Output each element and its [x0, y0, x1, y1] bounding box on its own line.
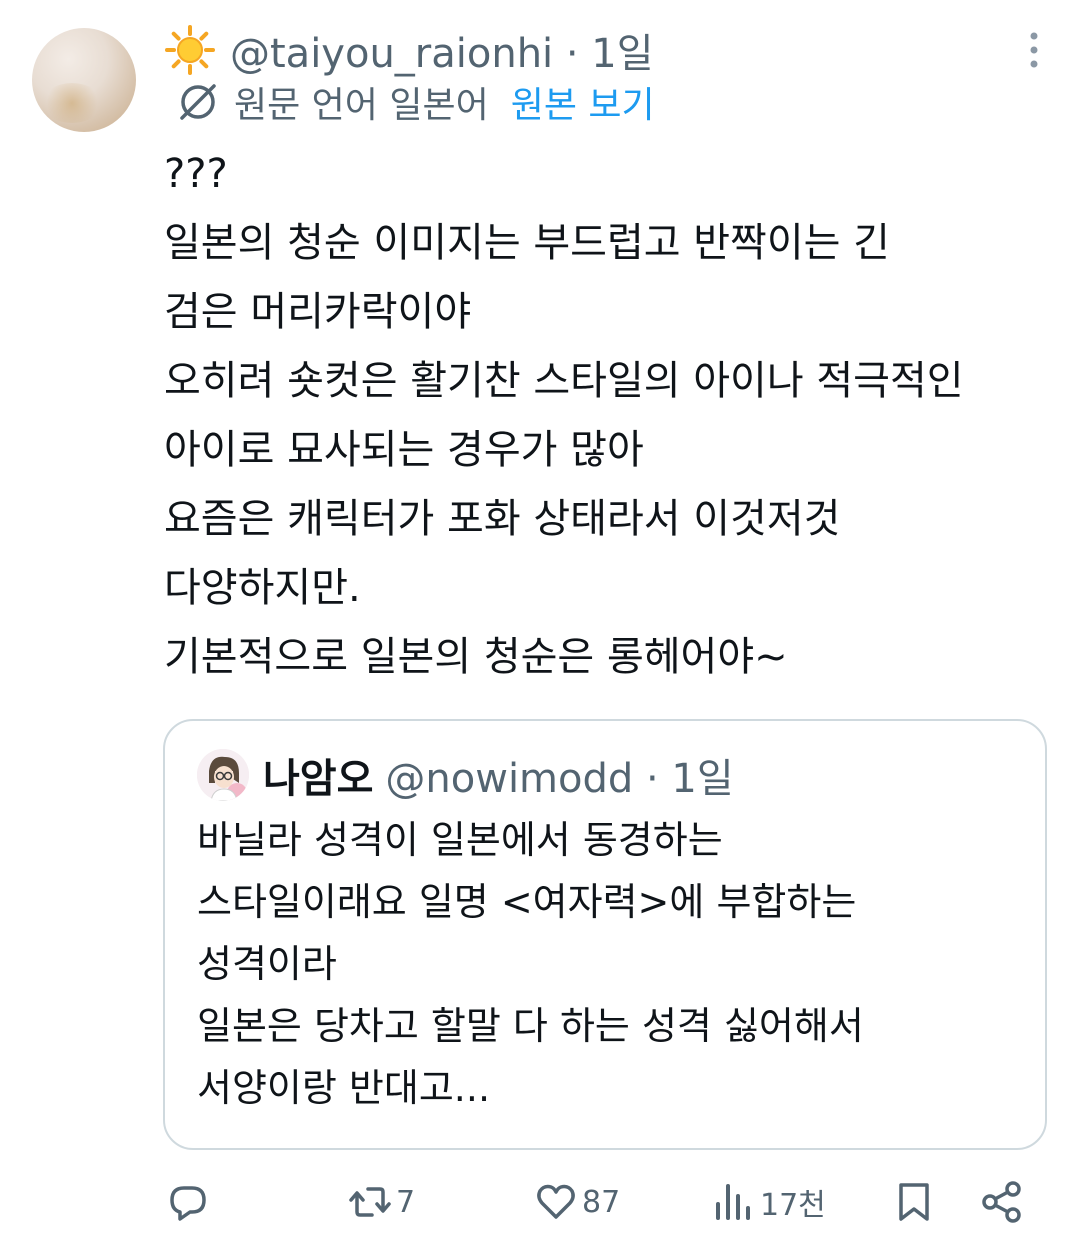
tweet-action-bar: 7 87 17천: [0, 1170, 1080, 1234]
translate-icon: [180, 84, 216, 120]
quoted-text-line: 성격이라: [197, 942, 337, 986]
retweet-icon: [349, 1187, 391, 1217]
bookmark-icon: [899, 1183, 929, 1221]
author-handle-and-time[interactable]: @taiyou_raionhi · 1일: [230, 21, 654, 79]
tweet-text-line: 다양하지만.: [164, 565, 361, 611]
views-button[interactable]: 17천: [712, 1178, 826, 1226]
quoted-text-line: 서양이랑 반대고...: [197, 1066, 491, 1110]
share-button[interactable]: [980, 1178, 1024, 1226]
quoted-author-handle-and-time[interactable]: @nowimodd · 1일: [385, 746, 733, 804]
quoted-author-avatar[interactable]: [197, 749, 249, 801]
views-count: 17천: [760, 1188, 826, 1223]
tweet-text-line: 오히려 숏컷은 활기찬 스타일의 아이나 적극적인: [164, 358, 964, 404]
quoted-tweet-text: 바닐라 성격이 일본에서 동경하는 스타일이래요 일명 <여자력>에 부합하는 …: [197, 809, 1017, 1119]
tweet-text-line: 아이로 묘사되는 경우가 많아: [164, 427, 644, 473]
avatar-texture: [42, 83, 102, 123]
view-original-link[interactable]: 원본 보기: [511, 76, 655, 128]
tweet-text-line: ???: [164, 151, 228, 197]
heart-icon: [537, 1184, 575, 1219]
quoted-tweet-card[interactable]: 나암오 @nowimodd · 1일 바닐라 성격이 일본에서 동경하는 스타일…: [163, 719, 1047, 1150]
quoted-text-line: 스타일이래요 일명 <여자력>에 부합하는: [197, 880, 857, 924]
sun-icon: [165, 25, 215, 75]
quoted-tweet-header: 나암오 @nowimodd · 1일: [197, 747, 734, 803]
tweet-text-line: 검은 머리카락이야: [164, 289, 472, 335]
bookmark-button[interactable]: [892, 1178, 936, 1226]
translation-row: 원문 언어 일본어 원본 보기: [176, 78, 655, 126]
more-vertical-icon[interactable]: [1028, 32, 1040, 68]
tweet-text-line: 요즘은 캐릭터가 포화 상태라서 이것저것: [164, 496, 841, 542]
tweet-header: @taiyou_raionhi · 1일: [164, 22, 654, 78]
reply-icon: [170, 1186, 206, 1221]
like-count: 87: [582, 1184, 621, 1220]
tweet-text-line: 일본의 청순 이미지는 부드럽고 반짝이는 긴: [164, 220, 890, 266]
author-avatar[interactable]: [32, 28, 136, 132]
quoted-text-line: 바닐라 성격이 일본에서 동경하는: [197, 818, 723, 862]
quoted-author-name[interactable]: 나암오: [263, 746, 373, 804]
reply-button[interactable]: [166, 1178, 210, 1226]
retweet-count: 7: [396, 1184, 416, 1220]
share-icon: [982, 1181, 1021, 1223]
like-button[interactable]: 87: [534, 1178, 620, 1226]
views-icon: [716, 1184, 750, 1220]
translation-label: 원문 언어 일본어: [234, 85, 489, 126]
tweet-text: ??? 일본의 청순 이미지는 부드럽고 반짝이는 긴 검은 머리카락이야 오히…: [164, 140, 1064, 692]
retweet-button[interactable]: 7: [348, 1178, 415, 1226]
tweet-text-line: 기본적으로 일본의 청순은 롱헤어야~: [164, 634, 788, 680]
quoted-text-line: 일본은 당차고 할말 다 하는 성격 싫어해서: [197, 1004, 864, 1048]
